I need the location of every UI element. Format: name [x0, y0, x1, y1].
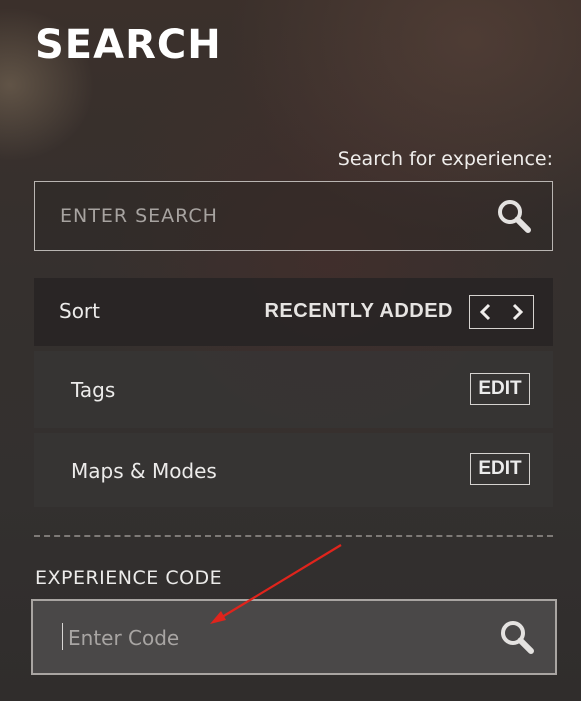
experience-code-placeholder: Enter Code — [68, 626, 180, 650]
text-caret — [62, 623, 63, 650]
experience-code-label: EXPERIENCE CODE — [35, 567, 223, 589]
sort-value: RECENTLY ADDED — [264, 300, 453, 322]
search-input[interactable]: ENTER SEARCH — [34, 181, 553, 251]
page-title: SEARCH — [35, 22, 222, 68]
experience-code-input[interactable]: Enter Code — [31, 599, 557, 675]
search-hint-label: Search for experience: — [337, 148, 553, 170]
sort-row: Sort RECENTLY ADDED — [34, 278, 553, 346]
tags-edit-button[interactable]: EDIT — [470, 373, 530, 405]
sort-label: Sort — [59, 299, 100, 323]
search-icon[interactable] — [499, 619, 535, 655]
search-placeholder: ENTER SEARCH — [60, 205, 218, 227]
search-icon[interactable] — [496, 198, 532, 234]
tags-label: Tags — [71, 378, 116, 402]
maps-modes-label: Maps & Modes — [71, 459, 217, 483]
sort-arrows — [469, 295, 534, 329]
filter-row-maps-modes[interactable]: Maps & Modes EDIT — [34, 433, 553, 507]
maps-modes-edit-button[interactable]: EDIT — [470, 453, 530, 485]
chevron-left-icon[interactable] — [474, 300, 498, 324]
chevron-right-icon[interactable] — [505, 300, 529, 324]
section-divider — [34, 535, 553, 537]
filter-row-tags[interactable]: Tags EDIT — [34, 351, 553, 428]
